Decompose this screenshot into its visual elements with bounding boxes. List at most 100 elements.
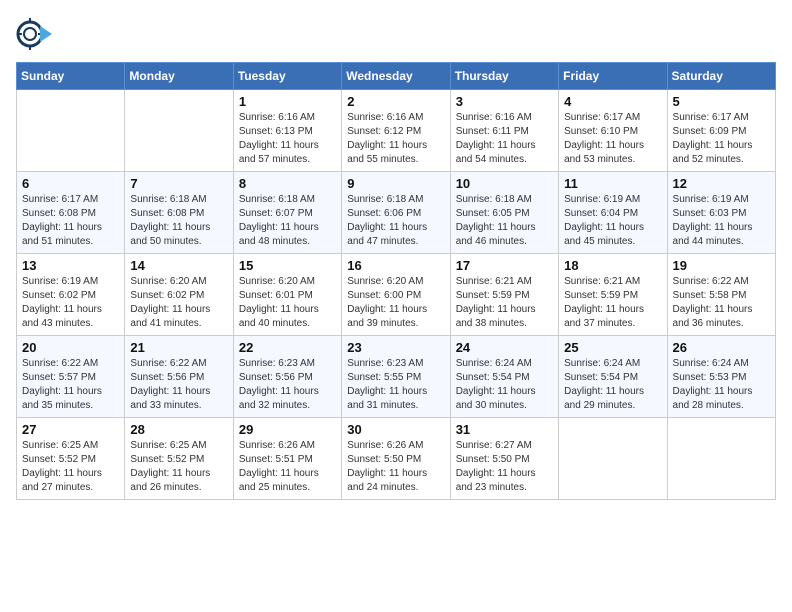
calendar-cell: 25 Sunrise: 6:24 AM Sunset: 5:54 PM Dayli… xyxy=(559,336,667,418)
cell-day-number: 22 xyxy=(239,340,336,355)
cell-day-number: 23 xyxy=(347,340,444,355)
cell-day-number: 2 xyxy=(347,94,444,109)
calendar-week-row: 13 Sunrise: 6:19 AM Sunset: 6:02 PM Dayli… xyxy=(17,254,776,336)
cell-sun-info: Sunrise: 6:19 AM Sunset: 6:04 PM Dayligh… xyxy=(564,193,661,249)
cell-day-number: 3 xyxy=(456,94,553,109)
cell-sun-info: Sunrise: 6:25 AM Sunset: 5:52 PM Dayligh… xyxy=(22,439,119,495)
cell-day-number: 7 xyxy=(130,176,227,191)
cell-day-number: 16 xyxy=(347,258,444,273)
calendar-cell: 12Sunrise: 6:19 AM Sunset: 6:03 PM Dayli… xyxy=(667,172,775,254)
cell-sun-info: Sunrise: 6:16 AM Sunset: 6:11 PM Dayligh… xyxy=(456,111,553,167)
calendar-cell: 1Sunrise: 6:16 AM Sunset: 6:13 PM Daylig… xyxy=(233,90,341,172)
calendar-week-row: 1Sunrise: 6:16 AM Sunset: 6:13 PM Daylig… xyxy=(17,90,776,172)
cell-day-number: 4 xyxy=(564,94,661,109)
cell-day-number: 6 xyxy=(22,176,119,191)
cell-day-number: 26 xyxy=(673,340,770,355)
calendar-header-row: SundayMondayTuesdayWednesdayThursdayFrid… xyxy=(17,63,776,90)
cell-sun-info: Sunrise: 6:22 AM Sunset: 5:58 PM Dayligh… xyxy=(673,275,770,331)
weekday-header-wednesday: Wednesday xyxy=(342,63,450,90)
calendar-cell: 24 Sunrise: 6:24 AM Sunset: 5:54 PM Dayli… xyxy=(450,336,558,418)
calendar-cell: 3 Sunrise: 6:16 AM Sunset: 6:11 PM Daylig… xyxy=(450,90,558,172)
calendar-cell: 18 Sunrise: 6:21 AM Sunset: 5:59 PM Dayli… xyxy=(559,254,667,336)
cell-sun-info: Sunrise: 6:20 AM Sunset: 6:00 PM Dayligh… xyxy=(347,275,444,331)
cell-sun-info: Sunrise: 6:20 AM Sunset: 6:02 PM Dayligh… xyxy=(130,275,227,331)
calendar-cell: 27 Sunrise: 6:25 AM Sunset: 5:52 PM Dayli… xyxy=(17,418,125,500)
calendar-cell: 23 Sunrise: 6:23 AM Sunset: 5:55 PM Dayli… xyxy=(342,336,450,418)
cell-day-number: 21 xyxy=(130,340,227,355)
cell-day-number: 28 xyxy=(130,422,227,437)
cell-day-number: 9 xyxy=(347,176,444,191)
cell-day-number: 30 xyxy=(347,422,444,437)
cell-day-number: 19 xyxy=(673,258,770,273)
calendar-cell: 7 Sunrise: 6:18 AM Sunset: 6:08 PM Daylig… xyxy=(125,172,233,254)
calendar-cell: 11 Sunrise: 6:19 AM Sunset: 6:04 PM Dayli… xyxy=(559,172,667,254)
calendar-cell: 26 Sunrise: 6:24 AM Sunset: 5:53 PM Dayli… xyxy=(667,336,775,418)
calendar-cell: 13 Sunrise: 6:19 AM Sunset: 6:02 PM Dayli… xyxy=(17,254,125,336)
cell-sun-info: Sunrise: 6:23 AM Sunset: 5:55 PM Dayligh… xyxy=(347,357,444,413)
cell-sun-info: Sunrise: 6:26 AM Sunset: 5:50 PM Dayligh… xyxy=(347,439,444,495)
calendar-cell: 2 Sunrise: 6:16 AM Sunset: 6:12 PM Daylig… xyxy=(342,90,450,172)
calendar-cell: 14 Sunrise: 6:20 AM Sunset: 6:02 PM Dayli… xyxy=(125,254,233,336)
cell-day-number: 13 xyxy=(22,258,119,273)
calendar-cell: 21 Sunrise: 6:22 AM Sunset: 5:56 PM Dayli… xyxy=(125,336,233,418)
calendar-week-row: 20 Sunrise: 6:22 AM Sunset: 5:57 PM Dayli… xyxy=(17,336,776,418)
cell-day-number: 12 xyxy=(673,176,770,191)
calendar-cell: 15Sunrise: 6:20 AM Sunset: 6:01 PM Dayli… xyxy=(233,254,341,336)
cell-sun-info: Sunrise: 6:18 AM Sunset: 6:07 PM Dayligh… xyxy=(239,193,336,249)
calendar-cell xyxy=(667,418,775,500)
calendar-cell: 17 Sunrise: 6:21 AM Sunset: 5:59 PM Dayli… xyxy=(450,254,558,336)
cell-sun-info: Sunrise: 6:19 AM Sunset: 6:02 PM Dayligh… xyxy=(22,275,119,331)
cell-sun-info: Sunrise: 6:17 AM Sunset: 6:09 PM Dayligh… xyxy=(673,111,770,167)
cell-sun-info: Sunrise: 6:22 AM Sunset: 5:56 PM Dayligh… xyxy=(130,357,227,413)
calendar-cell: 28 Sunrise: 6:25 AM Sunset: 5:52 PM Dayli… xyxy=(125,418,233,500)
cell-sun-info: Sunrise: 6:18 AM Sunset: 6:06 PM Dayligh… xyxy=(347,193,444,249)
cell-sun-info: Sunrise: 6:18 AM Sunset: 6:08 PM Dayligh… xyxy=(130,193,227,249)
cell-day-number: 31 xyxy=(456,422,553,437)
logo xyxy=(16,16,54,52)
calendar-cell: 19 Sunrise: 6:22 AM Sunset: 5:58 PM Dayli… xyxy=(667,254,775,336)
cell-sun-info: Sunrise: 6:26 AM Sunset: 5:51 PM Dayligh… xyxy=(239,439,336,495)
cell-day-number: 24 xyxy=(456,340,553,355)
cell-day-number: 14 xyxy=(130,258,227,273)
calendar-cell: 22Sunrise: 6:23 AM Sunset: 5:56 PM Dayli… xyxy=(233,336,341,418)
calendar-cell: 29 Sunrise: 6:26 AM Sunset: 5:51 PM Dayli… xyxy=(233,418,341,500)
cell-sun-info: Sunrise: 6:25 AM Sunset: 5:52 PM Dayligh… xyxy=(130,439,227,495)
weekday-header-friday: Friday xyxy=(559,63,667,90)
cell-sun-info: Sunrise: 6:16 AM Sunset: 6:13 PM Dayligh… xyxy=(239,111,336,167)
cell-sun-info: Sunrise: 6:16 AM Sunset: 6:12 PM Dayligh… xyxy=(347,111,444,167)
cell-sun-info: Sunrise: 6:27 AM Sunset: 5:50 PM Dayligh… xyxy=(456,439,553,495)
cell-day-number: 11 xyxy=(564,176,661,191)
cell-sun-info: Sunrise: 6:22 AM Sunset: 5:57 PM Dayligh… xyxy=(22,357,119,413)
calendar-cell xyxy=(559,418,667,500)
calendar-cell: 6 Sunrise: 6:17 AM Sunset: 6:08 PM Daylig… xyxy=(17,172,125,254)
cell-sun-info: Sunrise: 6:21 AM Sunset: 5:59 PM Dayligh… xyxy=(456,275,553,331)
weekday-header-sunday: Sunday xyxy=(17,63,125,90)
calendar-cell xyxy=(17,90,125,172)
calendar-table: SundayMondayTuesdayWednesdayThursdayFrid… xyxy=(16,62,776,500)
cell-day-number: 10 xyxy=(456,176,553,191)
calendar-week-row: 6 Sunrise: 6:17 AM Sunset: 6:08 PM Daylig… xyxy=(17,172,776,254)
cell-day-number: 18 xyxy=(564,258,661,273)
cell-sun-info: Sunrise: 6:24 AM Sunset: 5:53 PM Dayligh… xyxy=(673,357,770,413)
cell-sun-info: Sunrise: 6:17 AM Sunset: 6:08 PM Dayligh… xyxy=(22,193,119,249)
cell-sun-info: Sunrise: 6:24 AM Sunset: 5:54 PM Dayligh… xyxy=(456,357,553,413)
cell-sun-info: Sunrise: 6:20 AM Sunset: 6:01 PM Dayligh… xyxy=(239,275,336,331)
calendar-cell: 5 Sunrise: 6:17 AM Sunset: 6:09 PM Daylig… xyxy=(667,90,775,172)
calendar-cell: 30 Sunrise: 6:26 AM Sunset: 5:50 PM Dayli… xyxy=(342,418,450,500)
calendar-cell xyxy=(125,90,233,172)
cell-day-number: 29 xyxy=(239,422,336,437)
cell-sun-info: Sunrise: 6:21 AM Sunset: 5:59 PM Dayligh… xyxy=(564,275,661,331)
calendar-cell: 16 Sunrise: 6:20 AM Sunset: 6:00 PM Dayli… xyxy=(342,254,450,336)
cell-day-number: 17 xyxy=(456,258,553,273)
cell-day-number: 8 xyxy=(239,176,336,191)
cell-sun-info: Sunrise: 6:24 AM Sunset: 5:54 PM Dayligh… xyxy=(564,357,661,413)
cell-day-number: 27 xyxy=(22,422,119,437)
page-header xyxy=(16,16,776,52)
weekday-header-saturday: Saturday xyxy=(667,63,775,90)
cell-day-number: 25 xyxy=(564,340,661,355)
calendar-cell: 4Sunrise: 6:17 AM Sunset: 6:10 PM Daylig… xyxy=(559,90,667,172)
calendar-cell: 10Sunrise: 6:18 AM Sunset: 6:05 PM Dayli… xyxy=(450,172,558,254)
cell-day-number: 20 xyxy=(22,340,119,355)
cell-day-number: 5 xyxy=(673,94,770,109)
calendar-cell: 8 Sunrise: 6:18 AM Sunset: 6:07 PM Daylig… xyxy=(233,172,341,254)
